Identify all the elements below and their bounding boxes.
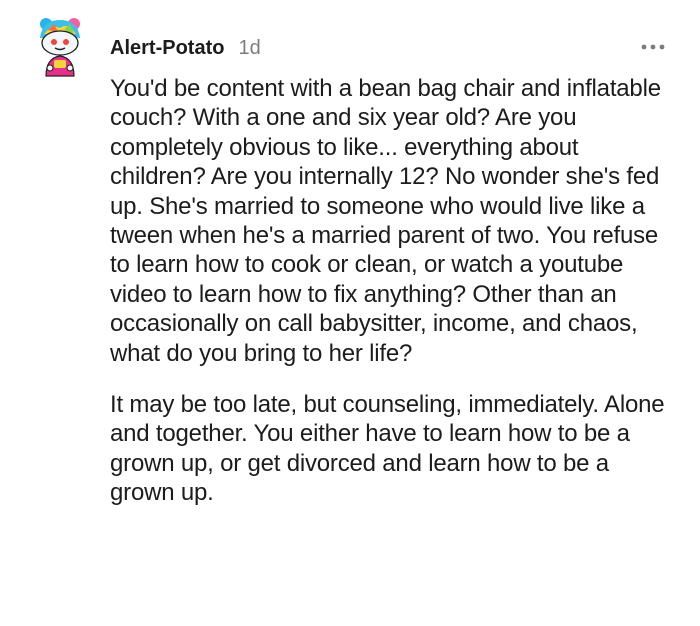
ellipsis-icon (641, 44, 665, 50)
comment-body: You'd be content with a bean bag chair a… (110, 74, 670, 508)
comment-header: Alert-Potato 1d (110, 34, 261, 62)
comment-paragraph: It may be too late, but counseling, imme… (110, 391, 665, 507)
more-options-button[interactable] (640, 38, 666, 56)
comment: Alert-Potato 1d You'd be content with a … (0, 0, 700, 626)
snoo-avatar-icon (40, 18, 80, 77)
comment-timestamp: 1d (238, 36, 261, 59)
username-link[interactable]: Alert-Potato (110, 37, 224, 60)
comment-paragraph: You'd be content with a bean bag chair a… (110, 75, 661, 367)
avatar[interactable] (32, 14, 88, 80)
